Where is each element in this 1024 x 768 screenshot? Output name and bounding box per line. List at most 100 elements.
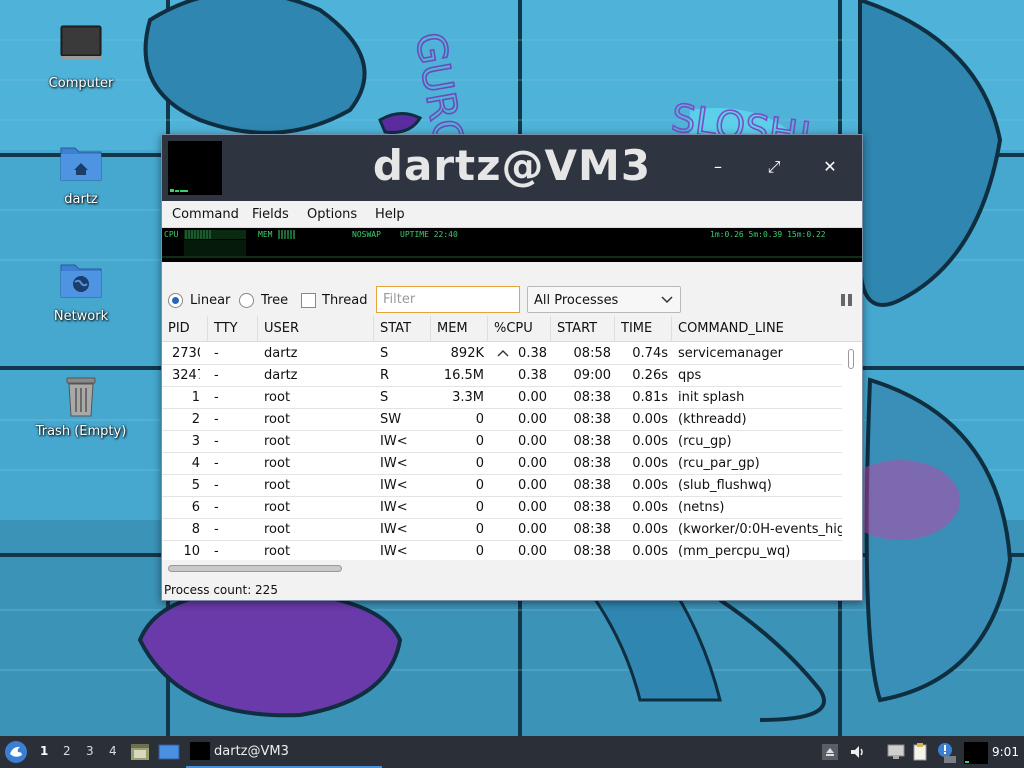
window-title: dartz@VM3 bbox=[372, 141, 652, 190]
table-row[interactable]: 2- root SW 0 0.00 08:38 0.00s (kthreadd) bbox=[162, 409, 842, 431]
table-row[interactable]: 6- root IW< 0 0.00 08:38 0.00s (netns) bbox=[162, 497, 842, 519]
desktop-icon-network[interactable]: Network bbox=[26, 257, 136, 324]
column-header-user[interactable]: USER bbox=[258, 316, 374, 342]
cell-command-line: (rcu_par_gp) bbox=[678, 456, 760, 471]
window-titlebar[interactable]: dartz@VM3 – ⤢ ✕ bbox=[162, 135, 862, 201]
cell-user: root bbox=[264, 522, 291, 537]
cell-user: dartz bbox=[264, 346, 298, 361]
tree-radio[interactable] bbox=[239, 293, 254, 308]
table-row[interactable]: 5- root IW< 0 0.00 08:38 0.00s (slub_flushwq) bbox=[162, 475, 842, 497]
cell-cpu: 0.00 bbox=[518, 478, 547, 493]
maximize-button[interactable]: ⤢ bbox=[762, 155, 786, 179]
table-row[interactable]: 1- root S 3.3M 0.00 08:38 0.81s init splash bbox=[162, 387, 842, 409]
maximize-icon: ⤢ bbox=[767, 157, 781, 176]
table-row[interactable]: 10- root IW< 0 0.00 08:38 0.00s (mm_percpu_wq) bbox=[162, 541, 842, 560]
pause-icon[interactable] bbox=[840, 293, 854, 307]
column-header-time[interactable]: TIME bbox=[615, 316, 672, 342]
workspace-3[interactable]: 3 bbox=[86, 744, 94, 758]
cell-user: dartz bbox=[264, 368, 298, 383]
taskbar-window-button[interactable]: dartz@VM3 bbox=[186, 736, 382, 768]
tray-clipboard[interactable] bbox=[910, 742, 930, 762]
linear-radio[interactable] bbox=[168, 293, 183, 308]
cell-stat: IW< bbox=[380, 544, 408, 559]
cell-user: root bbox=[264, 390, 291, 405]
eject-icon bbox=[822, 744, 838, 760]
menu-command[interactable]: Command bbox=[172, 207, 239, 222]
column-header-pid[interactable]: PID bbox=[162, 316, 208, 342]
file-manager-icon bbox=[131, 744, 149, 760]
tray-app-monitor[interactable] bbox=[964, 742, 988, 764]
linear-label[interactable]: Linear bbox=[190, 293, 230, 308]
process-count-status: Process count: 225 bbox=[164, 583, 278, 597]
column-header-stat[interactable]: STAT bbox=[374, 316, 431, 342]
cell-time: 0.74s bbox=[632, 346, 668, 361]
horizontal-scrollbar[interactable] bbox=[168, 565, 342, 572]
cell-stat: R bbox=[380, 368, 390, 383]
load-average-label: 1m:0.26 5m:0.39 15m:0.22 bbox=[710, 230, 826, 239]
show-desktop-launcher[interactable] bbox=[158, 742, 180, 762]
process-filter-select[interactable]: All Processes bbox=[527, 286, 681, 313]
table-row[interactable]: 4- root IW< 0 0.00 08:38 0.00s (rcu_par_gp) bbox=[162, 453, 842, 475]
table-row[interactable]: 2730- dartz S 892K 0.38 08:58 0.74s servicemana… bbox=[162, 343, 842, 365]
workspace-4[interactable]: 4 bbox=[109, 744, 117, 758]
cell-cpu: 0.00 bbox=[518, 412, 547, 427]
cell-start: 08:38 bbox=[573, 522, 611, 537]
cell-time: 0.00s bbox=[632, 434, 668, 449]
cell-start: 09:00 bbox=[573, 368, 611, 383]
tree-label[interactable]: Tree bbox=[261, 293, 288, 308]
cell-pid: 3 bbox=[191, 434, 200, 449]
column-header-command-line[interactable]: COMMAND_LINE bbox=[672, 316, 862, 342]
tray-network[interactable] bbox=[886, 742, 906, 762]
column-header-cpu[interactable]: %CPU bbox=[488, 316, 551, 357]
menu-fields[interactable]: Fields bbox=[252, 207, 289, 222]
cell-stat: IW< bbox=[380, 434, 408, 449]
cell-command-line: (slub_flushwq) bbox=[678, 478, 772, 493]
thread-label[interactable]: Thread bbox=[322, 293, 367, 308]
tray-updates[interactable] bbox=[936, 742, 956, 763]
menu-help[interactable]: Help bbox=[375, 207, 405, 222]
cell-cpu: 0.00 bbox=[518, 544, 547, 559]
file-manager-launcher[interactable] bbox=[130, 742, 150, 762]
column-header-tty[interactable]: TTY bbox=[208, 316, 258, 342]
close-button[interactable]: ✕ bbox=[818, 155, 842, 179]
cell-stat: IW< bbox=[380, 500, 408, 515]
cell-mem: 0 bbox=[475, 412, 484, 427]
column-header-start[interactable]: START bbox=[551, 316, 615, 342]
thread-checkbox[interactable] bbox=[301, 293, 316, 308]
cell-mem: 892K bbox=[450, 346, 484, 361]
desktop-icon-home[interactable]: dartz bbox=[26, 140, 136, 207]
monitor-thumbnail-icon bbox=[964, 742, 988, 764]
cell-command-line: (kworker/0:0H-events_highpri) bbox=[678, 522, 842, 537]
cell-cpu: 0.00 bbox=[518, 434, 547, 449]
minimize-button[interactable]: – bbox=[706, 155, 730, 179]
cell-user: root bbox=[264, 456, 291, 471]
cell-tty: - bbox=[214, 368, 219, 383]
network-folder-icon bbox=[57, 257, 105, 305]
cell-command-line: (rcu_gp) bbox=[678, 434, 732, 449]
workspace-2[interactable]: 2 bbox=[63, 744, 71, 758]
menu-options[interactable]: Options bbox=[307, 207, 357, 222]
start-menu-button[interactable] bbox=[4, 740, 28, 764]
table-row[interactable]: 8- root IW< 0 0.00 08:38 0.00s (kworker/0:0H-ev… bbox=[162, 519, 842, 541]
tray-eject[interactable] bbox=[820, 742, 840, 762]
cell-time: 0.00s bbox=[632, 456, 668, 471]
cell-cpu: 0.00 bbox=[518, 390, 547, 405]
desktop-icon-trash[interactable]: Trash (Empty) bbox=[26, 372, 136, 439]
desktop-icon-computer[interactable]: Computer bbox=[26, 24, 136, 91]
workspace-1[interactable]: 1 bbox=[40, 744, 48, 758]
column-header-mem[interactable]: MEM bbox=[431, 316, 488, 342]
taskbar: 1 2 3 4 dartz@VM3 9:01 bbox=[0, 736, 1024, 768]
table-row[interactable]: 3- root IW< 0 0.00 08:38 0.00s (rcu_gp) bbox=[162, 431, 842, 453]
cell-pid: 8 bbox=[191, 522, 200, 537]
vertical-scrollbar[interactable] bbox=[848, 349, 854, 369]
tray-volume[interactable] bbox=[848, 742, 868, 762]
cpu-meter-label: CPU bbox=[164, 230, 179, 239]
filter-input[interactable] bbox=[376, 286, 520, 313]
start-menu-icon bbox=[5, 741, 27, 763]
cell-time: 0.00s bbox=[632, 522, 668, 537]
table-row[interactable]: 3247- dartz R 16.5M 0.38 09:00 0.26s qps bbox=[162, 365, 842, 387]
clock[interactable]: 9:01 bbox=[992, 745, 1019, 759]
cell-tty: - bbox=[214, 434, 219, 449]
cell-tty: - bbox=[214, 522, 219, 537]
cell-user: root bbox=[264, 500, 291, 515]
